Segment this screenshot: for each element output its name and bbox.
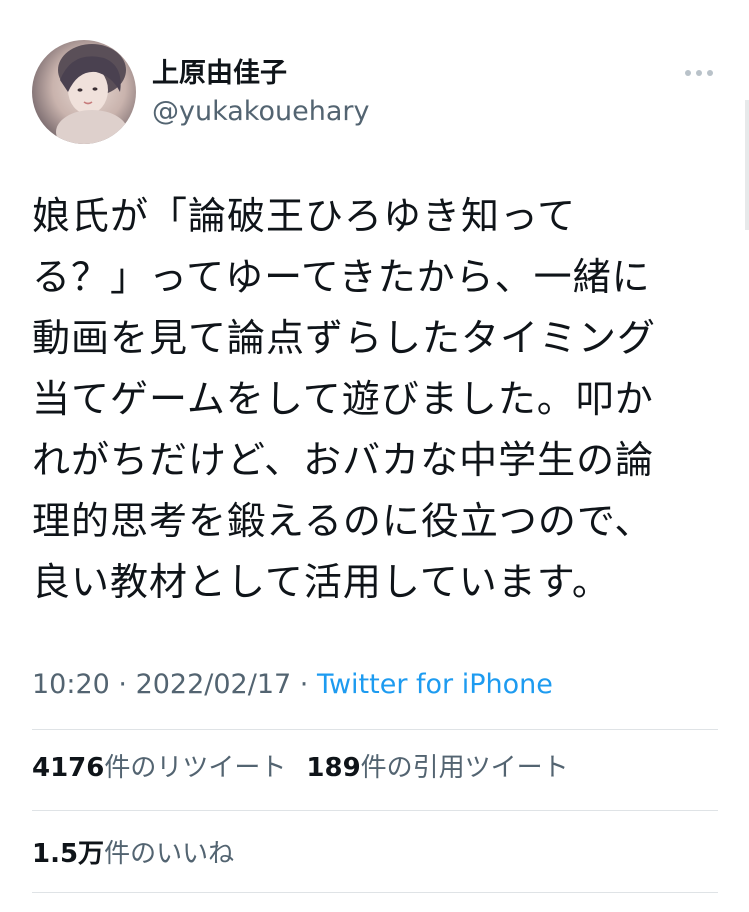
tweet-text-line: 動画を見て論点ずらしたタイミング [32,316,657,360]
retweets-stat[interactable]: 4176件のリツイート [32,753,286,783]
retweets-label: 件のリツイート [104,753,287,783]
more-dot [685,70,691,76]
tweet-text-line: れがちだけど、おバカな中学生の論 [32,438,655,482]
tweet-text-line: 娘氏が「論破王ひろゆき知って [32,194,577,238]
tweet-time[interactable]: 10:20 [32,669,110,700]
meta-separator: · [109,669,136,700]
tweet-metadata: 10:20 · 2022/02/17 · Twitter for iPhone [32,666,553,704]
divider [32,892,718,893]
scrollbar[interactable] [745,100,749,230]
avatar[interactable] [32,40,136,144]
retweet-quote-stats: 4176件のリツイート 189件の引用ツイート [32,750,569,786]
retweets-count: 4176 [32,753,105,783]
user-avatar-photo-icon [56,44,128,144]
more-dot [696,70,702,76]
author-handle[interactable]: @yukakouehary [152,94,369,130]
more-dot [707,70,713,76]
tweet-text-line: 当てゲームをして遊びました。叩か [32,377,654,421]
tweet-source-link[interactable]: Twitter for iPhone [317,669,553,700]
tweet-text-line: 理的思考を鍛えるのに役立つので、 [32,499,654,543]
likes-stats: 1.5万件のいいね [32,836,234,872]
tweet-text-line: 良い教材として活用しています。 [32,560,611,604]
likes-label: 件のいいね [104,839,235,869]
quotes-label: 件の引用ツイート [360,753,569,783]
divider [32,729,718,730]
tweet-date[interactable]: 2022/02/17 [136,669,292,700]
likes-count: 1.5万 [32,839,105,869]
tweet-text-line: る？」ってゆーてきたから、一緒に [32,255,651,299]
author-display-name[interactable]: 上原由佳子 [152,56,287,92]
divider [32,810,718,811]
tweet-text: 娘氏が「論破王ひろゆき知って る？」ってゆーてきたから、一緒に 動画を見て論点ず… [32,186,712,613]
quotes-count: 189 [306,753,361,783]
quotes-stat[interactable]: 189件の引用ツイート [306,753,568,783]
likes-stat[interactable]: 1.5万件のいいね [32,839,234,869]
more-options-icon[interactable] [676,62,722,84]
meta-separator: · [291,669,317,700]
